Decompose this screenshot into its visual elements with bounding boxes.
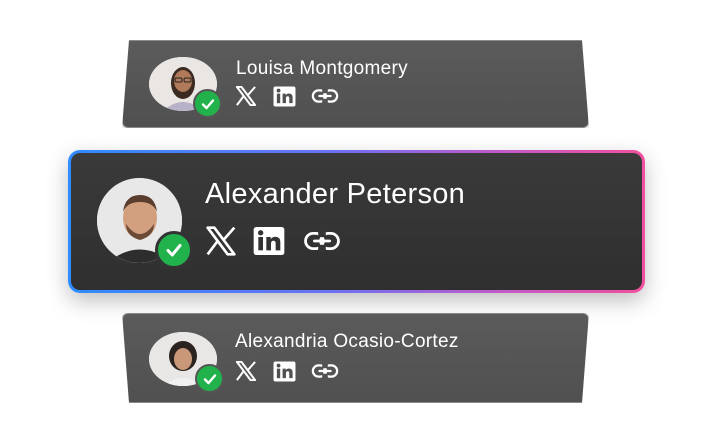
profile-name: Alexander Peterson xyxy=(205,178,466,210)
social-links xyxy=(235,360,339,382)
linkedin-icon[interactable] xyxy=(273,85,297,107)
profile-card-louisa[interactable]: Louisa Montgomery xyxy=(122,40,589,128)
verified-badge-icon xyxy=(155,231,193,269)
profile-card-body: Alexander Peterson xyxy=(71,153,642,290)
verified-badge-icon xyxy=(195,364,224,393)
profile-name: Alexandria Ocasio-Cortez xyxy=(235,331,459,352)
link-icon[interactable] xyxy=(311,360,339,382)
profile-card-alexander-selected[interactable]: Alexander Peterson xyxy=(68,150,645,293)
link-icon[interactable] xyxy=(311,85,339,107)
x-icon[interactable] xyxy=(205,225,239,257)
profile-card-alexandria[interactable]: Alexandria Ocasio-Cortez xyxy=(122,313,589,403)
verified-badge-icon xyxy=(193,89,222,118)
x-icon[interactable] xyxy=(235,360,259,382)
link-icon[interactable] xyxy=(303,225,343,257)
linkedin-icon[interactable] xyxy=(273,360,297,382)
linkedin-icon[interactable] xyxy=(253,225,287,257)
profile-name: Louisa Montgomery xyxy=(236,58,408,79)
social-links xyxy=(235,85,339,107)
x-icon[interactable] xyxy=(235,85,259,107)
social-links xyxy=(205,225,343,257)
profile-card-stack: Louisa Montgomery Alexander Peterson Ale… xyxy=(0,0,712,439)
